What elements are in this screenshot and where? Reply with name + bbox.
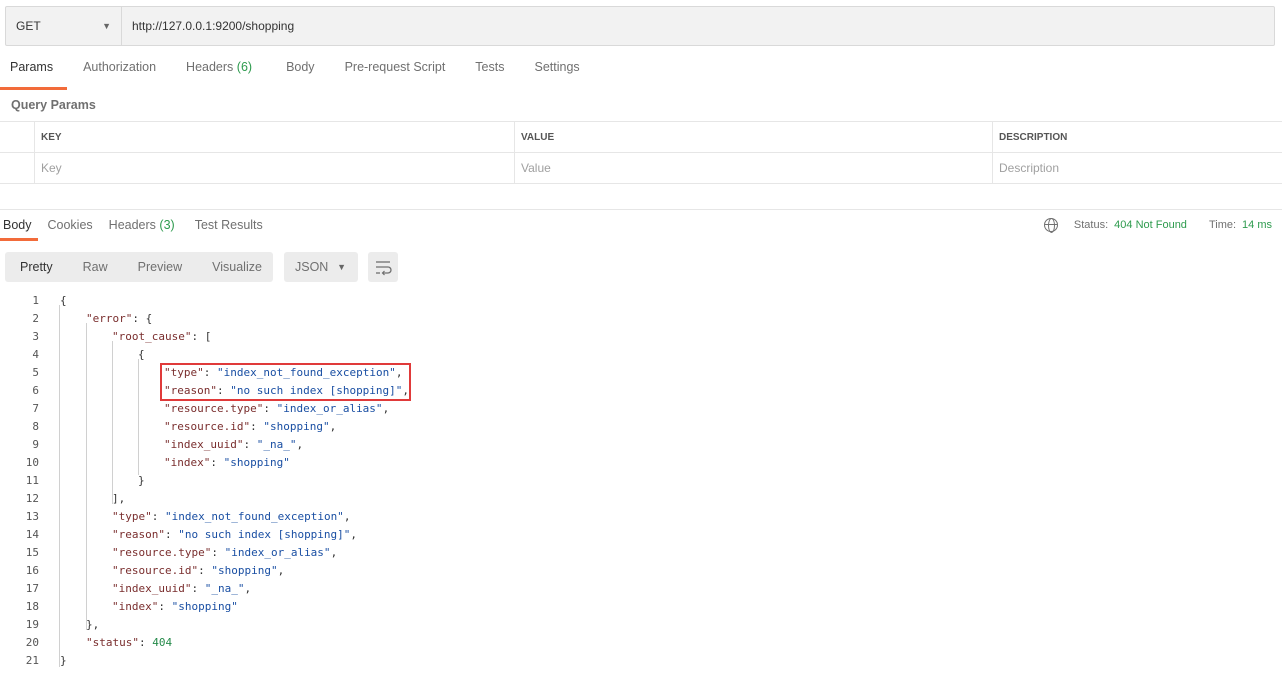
table-header-row: KEY VALUE DESCRIPTION [0,122,1282,153]
code-text: { [60,294,67,307]
view-visualize-button[interactable]: Visualize [197,260,277,274]
query-params-title: Query Params [11,98,96,112]
indent-guide [86,323,87,630]
value-input[interactable]: Value [514,153,992,183]
highlight-annotation [160,363,411,401]
code-text: }, [86,618,100,631]
view-raw-button[interactable]: Raw [68,260,123,274]
code-text: "error": { [86,312,153,325]
time-label: Time: [1208,219,1237,231]
line-number: 5 [32,366,39,379]
query-params-table: KEY VALUE DESCRIPTION Key Value Descript… [0,121,1282,184]
line-number: 13 [25,510,39,523]
format-select[interactable]: JSON ▼ [284,252,358,282]
tab-response-body[interactable]: Body [0,218,37,241]
code-text: "index": "shopping" [112,600,238,613]
line-number: 9 [32,438,39,451]
chevron-down-icon: ▼ [102,21,111,31]
tab-settings[interactable]: Settings [534,60,579,89]
indent-guide [112,341,113,504]
line-number: 11 [25,474,39,487]
format-label: JSON [295,260,329,274]
code-text: "index_uuid": "_na_", [164,438,304,451]
url-input[interactable]: http://127.0.0.1:9200/shopping [122,7,1274,45]
line-number: 7 [32,402,39,415]
line-number: 19 [25,618,39,631]
code-text: "type": "index_not_found_exception", [112,510,351,523]
tab-authorization[interactable]: Authorization [83,60,156,89]
tab-params[interactable]: Params [0,60,68,90]
code-text: "root_cause": [ [112,330,212,343]
row-handle-cell [0,122,34,152]
code-text: "resource.type": "index_or_alias", [164,402,390,415]
response-tabs: Body Cookies Headers (3) Test Results [0,218,263,241]
tab-test-results[interactable]: Test Results [195,218,263,232]
line-number: 18 [25,600,39,613]
headers-count: (6) [236,60,253,74]
code-text: "resource.id": "shopping", [164,420,337,433]
line-number: 15 [25,546,39,559]
description-input[interactable]: Description [992,153,1282,183]
line-number: 8 [32,420,39,433]
tab-pre-request-script[interactable]: Pre-request Script [345,60,446,89]
line-number: 1 [32,294,39,307]
column-header-value: VALUE [514,122,992,152]
line-number: 6 [32,384,39,397]
line-number: 10 [25,456,39,469]
code-text: "status": 404 [86,636,173,649]
tab-headers[interactable]: Headers (6) [186,60,252,89]
tab-response-headers[interactable]: Headers (3) [109,218,175,232]
method-select[interactable]: GET ▼ [6,7,122,45]
line-number: 12 [25,492,39,505]
line-number: 14 [25,528,39,541]
code-text: ], [112,492,126,505]
line-number: 16 [25,564,39,577]
code-text: } [60,654,67,667]
line-number: 4 [32,348,39,361]
indent-guide [138,359,139,475]
tab-cookies[interactable]: Cookies [48,218,93,232]
chevron-down-icon: ▼ [337,262,346,272]
wrap-lines-icon [376,261,392,276]
line-number: 20 [25,636,39,649]
line-number: 17 [25,582,39,595]
request-bar: GET ▼ http://127.0.0.1:9200/shopping [5,6,1275,46]
request-tabs: Params Authorization Headers (6) Body Pr… [0,60,580,90]
view-mode-group: Pretty Raw Preview Visualize [5,252,273,282]
view-pretty-button[interactable]: Pretty [5,260,68,274]
code-text: "index_uuid": "_na_", [112,582,252,595]
line-number: 21 [25,654,39,667]
tab-tests[interactable]: Tests [475,60,504,89]
line-number: 2 [32,312,39,325]
code-text: "resource.id": "shopping", [112,564,285,577]
code-text: "resource.type": "index_or_alias", [112,546,338,559]
globe-icon[interactable] [1043,218,1058,233]
wrap-lines-button[interactable] [368,252,398,282]
section-divider [0,209,1282,210]
method-label: GET [16,19,41,33]
response-headers-count: (3) [159,218,175,232]
indent-guide [59,305,60,667]
view-preview-button[interactable]: Preview [123,260,197,274]
column-header-key: KEY [34,122,514,152]
tab-body[interactable]: Body [286,60,315,89]
code-text: "reason": "no such index [shopping]", [112,528,358,541]
line-number: 3 [32,330,39,343]
row-checkbox-cell [0,153,34,183]
status-value[interactable]: 404 Not Found [1114,219,1187,231]
code-text: "index": "shopping" [164,456,290,469]
time-value[interactable]: 14 ms [1242,219,1272,231]
status-label: Status: [1073,219,1109,231]
response-status: Status: 404 Not Found Time: 14 ms [1043,218,1272,233]
column-header-description: DESCRIPTION [992,122,1282,152]
table-row: Key Value Description [0,153,1282,184]
key-input[interactable]: Key [34,153,514,183]
url-text: http://127.0.0.1:9200/shopping [132,19,295,33]
